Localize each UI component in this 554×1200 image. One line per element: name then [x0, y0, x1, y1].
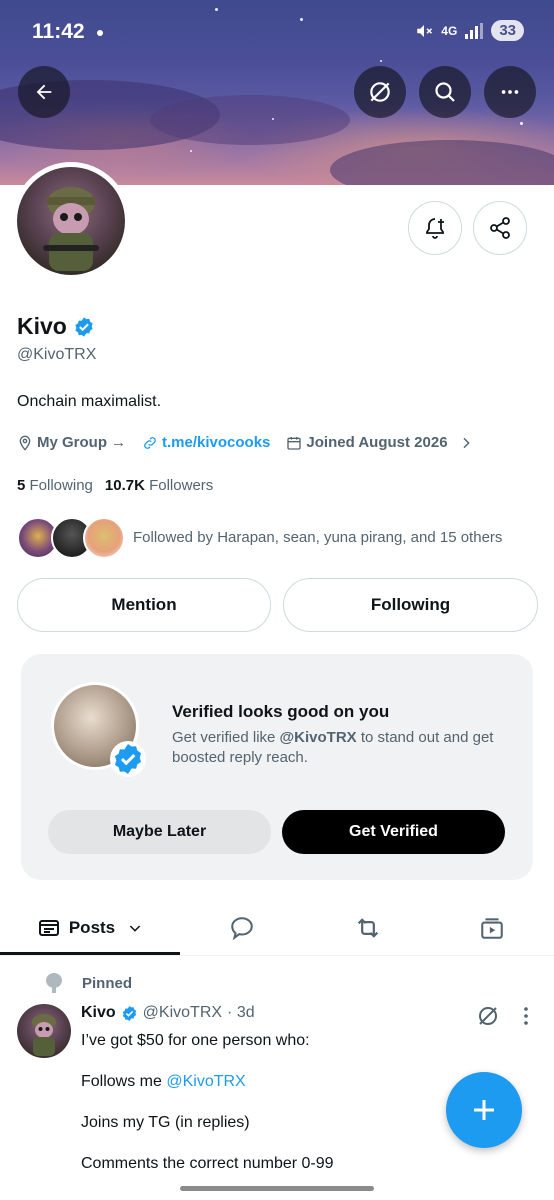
post-header: Kivo @KivoTRX · 3d [81, 1004, 255, 1022]
tab-posts-label: Posts [68, 918, 116, 937]
pinned-label-row: Pinned [44, 972, 132, 994]
group-item[interactable]: My Group → [17, 434, 126, 451]
search-button[interactable] [419, 66, 471, 118]
followers-count-label: Followers [149, 477, 214, 494]
media-play-icon [481, 918, 503, 939]
repost-icon [357, 918, 379, 938]
plus-icon [474, 1100, 494, 1120]
location-pin-icon [19, 435, 31, 451]
notify-button[interactable] [408, 201, 462, 255]
promo-title: Verified looks good on you [172, 702, 390, 721]
profile-bio: Onchain maximalist. [17, 393, 162, 410]
notification-dot [97, 30, 103, 36]
system-icons: 4G 33 [415, 20, 524, 41]
profile-name: Kivo [17, 313, 95, 340]
joined-label: Joined August 2026 [306, 434, 448, 451]
link-icon [144, 436, 156, 449]
get-verified-button[interactable]: Get Verified [282, 810, 505, 854]
chevron-right-icon[interactable] [458, 435, 474, 451]
verified-badge-icon[interactable] [73, 316, 95, 338]
website-item[interactable]: t.me/kivocooks [142, 434, 270, 451]
following-count-label: Following [29, 477, 93, 494]
mute-icon [417, 24, 433, 37]
mention-button[interactable]: Mention [17, 578, 271, 632]
followed-by-text: Followed by Harapan, sean, yuna pirang, … [133, 529, 503, 546]
profile-tabs: Posts [0, 900, 554, 956]
followers-count: 10.7K [104, 477, 145, 494]
avatar-character-image [32, 1014, 56, 1056]
tab-reposts[interactable] [316, 900, 420, 956]
post-text-line: Comments the correct number 0-99 [81, 1155, 334, 1172]
tab-posts[interactable]: Posts [0, 900, 180, 956]
tab-replies[interactable] [190, 900, 294, 956]
group-label: My Group [37, 434, 107, 451]
post-time[interactable]: · 3d [227, 1004, 255, 1022]
followers-count-link[interactable]: 10.7K Followers [105, 477, 213, 494]
avatar-character-image [43, 187, 99, 271]
maybe-later-button[interactable]: Maybe Later [48, 810, 271, 854]
tab-media[interactable] [440, 900, 544, 956]
follower-avatar [83, 517, 125, 559]
post-avatar[interactable] [17, 1004, 71, 1058]
search-icon [435, 82, 455, 102]
verified-badge-icon [110, 741, 146, 777]
posts-icon [38, 920, 59, 936]
slash-circle-icon [370, 82, 390, 102]
post-author-name[interactable]: Kivo [81, 1004, 116, 1022]
promo-subtitle: Get verified like @KivoTRX to stand out … [172, 728, 502, 768]
pin-icon [46, 973, 62, 993]
more-button[interactable] [484, 66, 536, 118]
follow-counts: 5 Following 10.7K Followers [17, 477, 213, 494]
joined-item: Joined August 2026 [286, 434, 473, 451]
pinned-label: Pinned [82, 974, 133, 992]
active-tab-indicator [0, 952, 180, 955]
more-horizontal-icon [501, 90, 519, 94]
chevron-down-icon [129, 925, 141, 932]
profile-meta: My Group → t.me/kivocooks Joined August … [17, 434, 490, 451]
battery-indicator: 33 [491, 20, 524, 41]
compose-button[interactable] [446, 1072, 522, 1148]
post-author-handle[interactable]: @KivoTRX [143, 1004, 222, 1022]
post-mention-link[interactable]: @KivoTRX [166, 1073, 245, 1090]
bell-plus-icon [426, 218, 444, 239]
followed-by-row[interactable]: Followed by Harapan, sean, yuna pirang, … [17, 517, 537, 559]
following-button[interactable]: Following [283, 578, 538, 632]
grok-post-icon[interactable] [476, 1004, 500, 1028]
back-button[interactable] [18, 66, 70, 118]
profile-name-text: Kivo [17, 313, 67, 339]
arrow-left-icon [36, 84, 52, 100]
home-indicator[interactable] [180, 1186, 374, 1191]
promo-subtitle-pre: Get verified like [172, 729, 280, 746]
profile-handle: @KivoTRX [17, 346, 97, 363]
reply-bubble-icon [231, 917, 253, 941]
status-bar: 11:42 4G 33 [0, 0, 554, 64]
calendar-icon [287, 436, 302, 450]
website-link[interactable]: t.me/kivocooks [162, 434, 270, 451]
network-label: 4G [441, 23, 458, 38]
post-text-line: I’ve got $50 for one person who: [81, 1032, 310, 1049]
post-text-pre: Follows me [81, 1073, 167, 1090]
profile-avatar[interactable] [12, 162, 130, 280]
verified-promo-card: Verified looks good on you Get verified … [21, 654, 533, 880]
following-count: 5 [17, 477, 26, 494]
promo-subtitle-handle: @KivoTRX [279, 729, 357, 746]
more-vertical-icon[interactable] [516, 1004, 536, 1028]
group-arrow: → [111, 434, 126, 451]
verified-badge-icon [122, 1005, 136, 1021]
following-count-link[interactable]: 5 Following [17, 477, 93, 494]
status-time: 11:42 [32, 20, 85, 43]
post-text-line: Follows me @KivoTRX [81, 1073, 246, 1091]
grok-button[interactable] [354, 66, 406, 118]
share-button[interactable] [473, 201, 527, 255]
post-text-line: Joins my TG (in replies) [81, 1114, 250, 1131]
signal-icon [465, 22, 484, 39]
share-icon [490, 217, 510, 239]
